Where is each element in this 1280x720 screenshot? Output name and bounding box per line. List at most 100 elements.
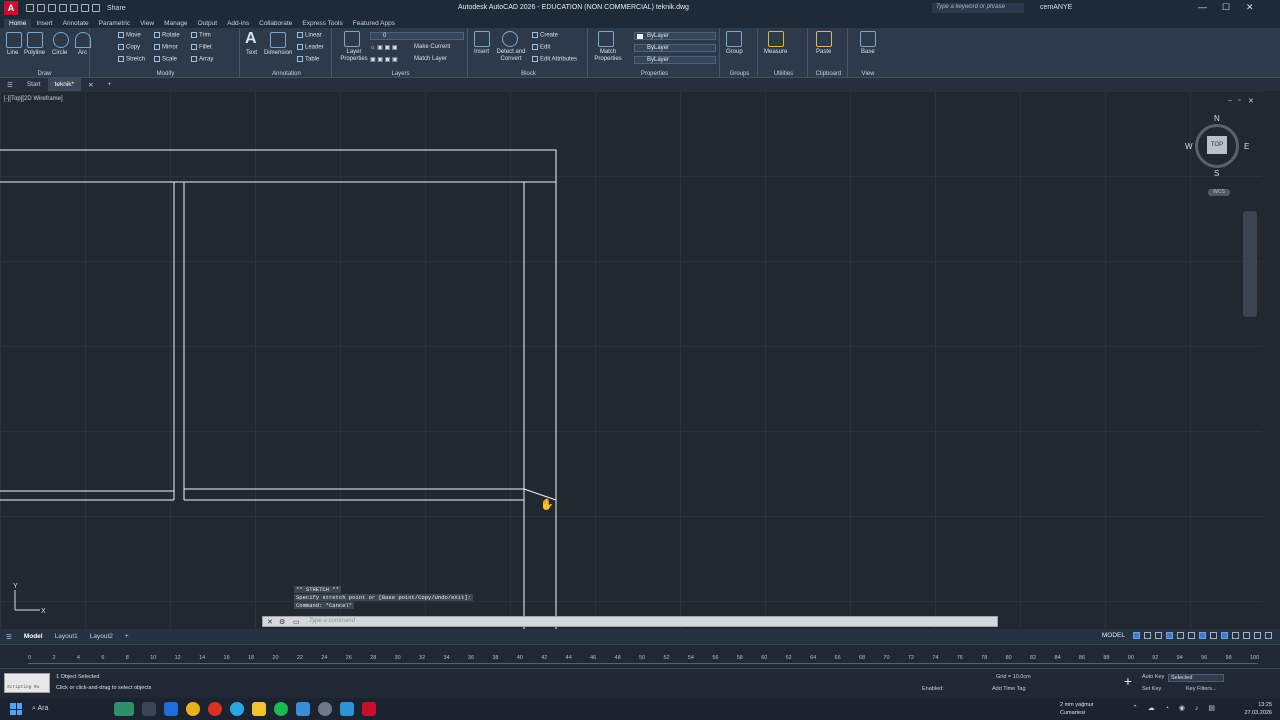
stretch-button[interactable]: Stretch — [118, 56, 145, 63]
tab-teknik[interactable]: teknik* — [47, 78, 82, 91]
insert-button[interactable]: Insert — [474, 49, 489, 55]
close-tab-icon[interactable]: ✕ — [81, 81, 100, 89]
model-space-toggle[interactable]: MODEL — [1102, 632, 1125, 639]
maximize-button[interactable]: ☐ — [1222, 2, 1230, 13]
compass-north[interactable]: N — [1214, 114, 1220, 123]
arc-button[interactable]: Arc — [78, 50, 87, 56]
script-thumbnail[interactable]: Scripting Ru — [4, 673, 50, 693]
layout-menu-icon[interactable]: ☰ — [0, 633, 18, 641]
snap-toggle-icon[interactable] — [1144, 632, 1151, 639]
circle-button[interactable]: Circle — [52, 50, 67, 56]
minimize-button[interactable]: — — [1198, 2, 1207, 12]
taskbar-search[interactable]: ⌕ Ara — [32, 705, 48, 713]
table-button[interactable]: Table — [297, 56, 319, 63]
view-panel-title[interactable]: View — [850, 71, 886, 77]
animation-timeline[interactable]: 0 2 4 6 8 10 12 14 16 18 20 22 24 26 28 30 32 34 36 38 40 42 4… — [0, 644, 1280, 668]
polyline-icon[interactable] — [27, 32, 43, 48]
auto-key-button[interactable]: Auto Key — [1142, 674, 1164, 680]
tab-start[interactable]: Start — [20, 81, 48, 88]
paste-button[interactable]: Paste — [816, 49, 831, 55]
customize-status-icon[interactable] — [1265, 632, 1272, 639]
tab-view[interactable]: View — [135, 19, 159, 28]
drawing-geometry[interactable] — [0, 91, 1262, 629]
telegram-icon[interactable] — [340, 702, 354, 716]
tab-annotate[interactable]: Annotate — [58, 19, 94, 28]
add-key-icon[interactable]: + — [1121, 673, 1135, 691]
linetype-dropdown[interactable]: ByLayer — [634, 44, 716, 52]
wcs-menu[interactable]: WCS — [1208, 189, 1230, 196]
text-icon[interactable]: A — [245, 30, 257, 48]
isolate-objects-icon[interactable] — [1243, 632, 1250, 639]
group-icon[interactable] — [726, 31, 742, 47]
spotify-icon[interactable] — [274, 702, 288, 716]
match-properties-button[interactable]: Match Properties — [594, 49, 622, 63]
layer-dropdown[interactable]: 0 — [370, 32, 464, 40]
task-view-icon[interactable] — [142, 702, 156, 716]
clipboard-panel-title[interactable]: Clipboard — [810, 71, 847, 77]
groups-panel-title[interactable]: Groups — [722, 71, 757, 77]
widget-app-icon[interactable] — [114, 702, 134, 716]
line-button[interactable]: Line — [7, 50, 18, 56]
line-icon[interactable] — [6, 32, 22, 48]
command-close-icon[interactable]: ✕ — [267, 618, 273, 626]
settings-icon[interactable] — [318, 702, 332, 716]
color-dropdown[interactable]: ByLayer — [634, 32, 716, 40]
drawing-area[interactable]: [-][Top][2D Wireframe] – ▫ ✕ TOP N S E W… — [0, 91, 1262, 629]
compass-east[interactable]: E — [1244, 142, 1249, 151]
block-panel-title[interactable]: Block — [470, 71, 587, 77]
measure-icon[interactable] — [768, 31, 784, 47]
isodraft-toggle-icon[interactable] — [1188, 632, 1195, 639]
layer-tools-row-icon[interactable]: ☼ ▣ ▣ ▣ — [370, 44, 398, 51]
tab-express-tools[interactable]: Express Tools — [297, 19, 347, 28]
fullscreen-icon[interactable] — [1254, 632, 1261, 639]
paste-icon[interactable] — [816, 31, 832, 47]
make-current-button[interactable]: Make Current — [414, 44, 450, 50]
base-button[interactable]: Base — [861, 49, 875, 55]
text-button[interactable]: Text — [246, 50, 257, 56]
undo-icon[interactable] — [81, 4, 89, 12]
match-layer-button[interactable]: Match Layer — [414, 56, 447, 62]
keyword-search-input[interactable]: Type a keyword or phrase — [932, 3, 1024, 13]
save-as-icon[interactable] — [59, 4, 67, 12]
polyline-button[interactable]: Polyline — [24, 50, 45, 56]
arc-icon[interactable] — [75, 32, 91, 48]
scale-button[interactable]: Scale — [154, 56, 177, 63]
copy-button[interactable]: Copy — [118, 44, 140, 51]
opera-icon[interactable] — [208, 702, 222, 716]
weather-widget[interactable]: 2 mm yağmur Cumartesi — [1060, 701, 1094, 717]
command-history-icon[interactable]: ▭ — [293, 618, 300, 626]
navigation-bar[interactable] — [1243, 211, 1257, 317]
move-button[interactable]: Move — [118, 32, 141, 39]
rotate-button[interactable]: Rotate — [154, 32, 180, 39]
tab-collaborate[interactable]: Collaborate — [254, 19, 297, 28]
fillet-button[interactable]: Fillet — [191, 44, 212, 51]
lineweight-toggle-icon[interactable] — [1210, 632, 1217, 639]
tab-featured-apps[interactable]: Featured Apps — [348, 19, 400, 28]
tab-manage[interactable]: Manage — [159, 19, 193, 28]
layer-properties-icon[interactable] — [344, 31, 360, 47]
leader-button[interactable]: Leader — [297, 44, 324, 51]
command-customize-icon[interactable]: ⚙ — [279, 618, 285, 626]
measure-button[interactable]: Measure — [764, 49, 787, 55]
compass-south[interactable]: S — [1214, 169, 1219, 178]
osnap-toggle-icon[interactable] — [1199, 632, 1206, 639]
tab-home[interactable]: Home — [4, 19, 32, 28]
system-tray-icons[interactable]: ⌃ ☁ ◔ ◉ ♪ ▤ — [1132, 704, 1219, 712]
annotation-panel-title[interactable]: Annotation — [242, 71, 331, 77]
autocad-logo-icon[interactable]: A — [4, 1, 18, 15]
user-account[interactable]: cemANYE — [1040, 4, 1072, 11]
redo-icon[interactable] — [92, 4, 100, 12]
match-properties-icon[interactable] — [598, 31, 614, 47]
chrome-icon[interactable] — [186, 702, 200, 716]
modify-panel-title[interactable]: Modify — [92, 71, 239, 77]
edge-browser-icon[interactable] — [164, 702, 178, 716]
file-explorer-icon[interactable] — [252, 702, 266, 716]
trim-button[interactable]: Trim — [191, 32, 211, 39]
add-layout-icon[interactable]: + — [119, 633, 135, 640]
plot-icon[interactable] — [70, 4, 78, 12]
share-button[interactable]: Share — [107, 5, 126, 12]
compass-west[interactable]: W — [1185, 142, 1193, 151]
layer-properties-button[interactable]: Layer Properties — [338, 49, 370, 63]
save-icon[interactable] — [48, 4, 56, 12]
edit-attributes-button[interactable]: Edit Attributes — [532, 56, 577, 63]
